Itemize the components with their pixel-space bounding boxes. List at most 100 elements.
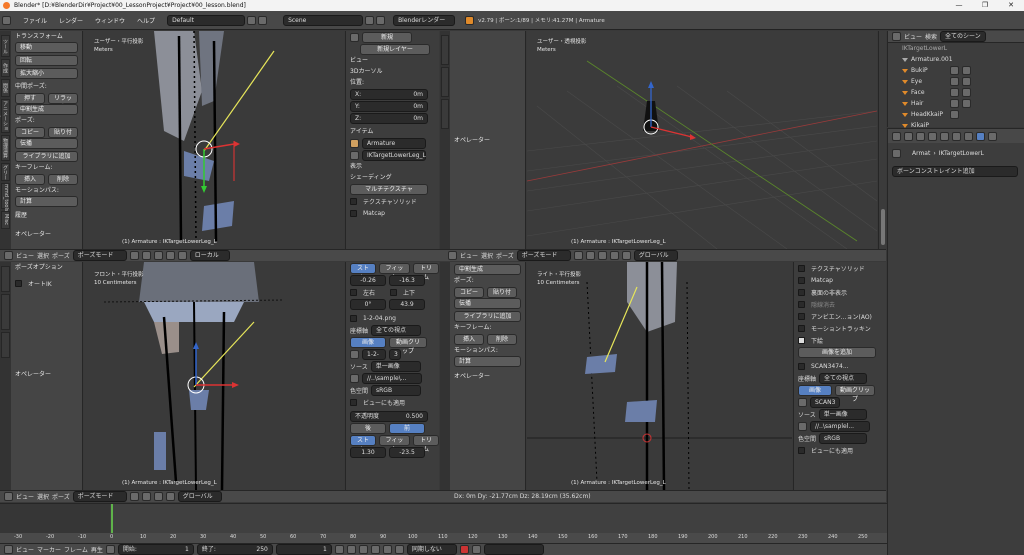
offset-x2-field[interactable]: 1.30 xyxy=(350,446,386,458)
add-image-button[interactable]: 画像を追加 xyxy=(798,346,876,358)
motion-tracking-checkbox[interactable] xyxy=(798,324,805,332)
constraints-tab-icon[interactable] xyxy=(940,131,949,141)
translate-manip-bl-icon[interactable] xyxy=(165,492,175,501)
timeline[interactable]: -30 -20 -10 0 10 20 30 40 50 60 70 80 90… xyxy=(0,503,887,543)
offset-y-field[interactable]: -16.3 xyxy=(389,274,425,286)
scene-tab-icon[interactable] xyxy=(904,131,913,141)
paste-br-button[interactable]: 貼り付け xyxy=(487,286,517,305)
flip-y-checkbox[interactable] xyxy=(390,288,397,296)
fit-tab-2[interactable]: フィット xyxy=(378,434,411,453)
tab-mid-3[interactable] xyxy=(441,99,449,129)
breakdown-button[interactable]: 中割生成 xyxy=(15,104,78,115)
push-button[interactable]: 押す xyxy=(15,92,45,104)
view-header[interactable]: ビュー xyxy=(346,55,439,66)
visibility-5-icon[interactable] xyxy=(950,99,959,108)
shading-tr-icon[interactable] xyxy=(573,251,583,260)
texture-solid-r-checkbox[interactable] xyxy=(798,264,805,272)
rotate-manip-tr-icon[interactable] xyxy=(621,251,631,260)
offset-x-field[interactable]: -0.26 xyxy=(350,274,386,286)
calculate-br-button[interactable]: 計算 xyxy=(454,356,521,367)
bone-constraint-tab-icon[interactable] xyxy=(976,131,985,141)
view-as-render-r-checkbox[interactable] xyxy=(798,446,805,454)
delete-br-button[interactable]: 削除 xyxy=(487,333,517,345)
propagate-br-button[interactable]: 伝播 xyxy=(454,298,521,309)
timeline-frame-menu[interactable]: フレーム xyxy=(64,545,88,554)
outliner-search-menu[interactable]: 検索 xyxy=(925,32,937,41)
image-path-field[interactable]: //..\sample\... xyxy=(362,372,422,384)
outliner-item-2[interactable]: BukiP xyxy=(888,65,1024,76)
prev-keyframe-icon[interactable] xyxy=(346,545,356,554)
auto-ik-checkbox[interactable] xyxy=(15,279,22,287)
tab-create[interactable]: 作成 xyxy=(1,59,10,77)
item-header[interactable]: アイテム xyxy=(346,126,439,137)
shading-header[interactable]: シェーディング xyxy=(346,172,439,183)
folder-r-icon[interactable] xyxy=(798,421,807,431)
offset-y2-field[interactable]: -23.5 xyxy=(389,446,425,458)
tab-grease-bottom[interactable] xyxy=(1,294,10,330)
scale-button[interactable]: 拡大縮小 xyxy=(15,68,78,79)
orientation-select-tl[interactable]: ローカル xyxy=(189,250,230,261)
texture-solid-checkbox[interactable] xyxy=(350,197,357,205)
outliner-item-6[interactable]: HeadKkaiP xyxy=(888,109,1024,120)
display-header[interactable]: 表示 xyxy=(346,161,439,172)
pivot-tr-icon[interactable] xyxy=(585,251,595,260)
size-field[interactable]: 43.9 xyxy=(389,298,425,310)
outliner-item-4[interactable]: Face xyxy=(888,87,1024,98)
image-r-tab[interactable]: 画像 xyxy=(798,384,832,396)
menu-view-tr[interactable]: ビュー xyxy=(460,251,478,260)
remove-layout-icon[interactable] xyxy=(258,15,268,25)
propagate-button[interactable]: 伝播 xyxy=(15,138,78,149)
scan-datablock[interactable]: SCAN3 xyxy=(810,396,840,408)
remove-scene-icon[interactable] xyxy=(376,15,386,25)
rotate-manip-tl-icon[interactable] xyxy=(177,251,187,260)
stretch-tab-2[interactable]: ストレ xyxy=(350,434,376,453)
axis-select[interactable]: 全ての視点 xyxy=(371,324,422,336)
render-5-icon[interactable] xyxy=(962,99,971,108)
add-bone-constraint-select[interactable]: ボーンコンストレイント追加 xyxy=(892,165,1018,177)
menu-select-tl[interactable]: 選択 xyxy=(37,251,49,260)
mode-select-bl[interactable]: ポーズモード xyxy=(72,491,127,502)
relax-button[interactable]: リラック xyxy=(48,92,78,111)
menu-render[interactable]: レンダー xyxy=(53,16,89,25)
shading-mode-select[interactable]: マルチテクスチャ xyxy=(350,183,428,195)
editor-type-tl-icon[interactable] xyxy=(4,251,13,260)
object-tab-icon[interactable] xyxy=(928,131,937,141)
texture-tab-icon[interactable] xyxy=(988,131,997,141)
background-images-checkbox[interactable] xyxy=(798,336,805,344)
mode-select-tl[interactable]: ポーズモード xyxy=(72,250,127,261)
armature-name-field[interactable]: Armature xyxy=(362,137,426,149)
render-engine-selector[interactable]: Blenderレンダー xyxy=(393,14,456,26)
manipulator-tl-icon[interactable] xyxy=(153,251,163,260)
view-as-render-checkbox[interactable] xyxy=(350,398,357,406)
current-frame-field[interactable]: 1 xyxy=(275,544,332,555)
keying-set-field[interactable] xyxy=(483,544,544,555)
operator-br-header[interactable]: オペレーター xyxy=(450,371,525,382)
menu-view-tl[interactable]: ビュー xyxy=(16,251,34,260)
pin-icon[interactable] xyxy=(892,148,901,158)
crop-tab[interactable]: トリム xyxy=(413,262,439,281)
rotate-button[interactable]: 回転 xyxy=(15,55,78,66)
operator-tr-header[interactable]: オペレーター xyxy=(450,135,525,146)
front-button[interactable]: 前 xyxy=(389,422,425,434)
source-select[interactable]: 単一画像 xyxy=(370,360,421,372)
visibility-3-icon[interactable] xyxy=(950,77,959,86)
menu-help[interactable]: ヘルプ xyxy=(131,16,161,25)
motion-tracking-label[interactable]: モーショントラッキン xyxy=(811,324,871,333)
orientation-select-bl[interactable]: グローバル xyxy=(177,491,222,502)
stretch-tab[interactable]: ストレ xyxy=(350,262,376,281)
pivot-tl-icon[interactable] xyxy=(141,251,151,260)
render-tab-icon[interactable] xyxy=(892,131,901,141)
copy-br-button[interactable]: コピー xyxy=(454,286,484,298)
colorspace-select[interactable]: sRGB xyxy=(371,384,422,396)
opacity-field[interactable]: 不透明度 0.500 xyxy=(350,410,428,422)
tab-physics[interactable]: 物理演算 xyxy=(1,135,10,161)
minimize-button[interactable]: — xyxy=(946,0,972,11)
back-button[interactable]: 後 xyxy=(350,422,386,434)
new-layer-button[interactable]: 新規レイヤー xyxy=(360,43,430,55)
menu-file[interactable]: ファイル xyxy=(17,16,53,25)
paste-pose-button[interactable]: 貼り付け xyxy=(48,126,78,145)
menu-pose-bl[interactable]: ポーズ xyxy=(52,492,70,501)
shading-bl-icon[interactable] xyxy=(129,492,139,501)
axis-r-select[interactable]: 全ての視点 xyxy=(819,372,868,384)
end-frame-field[interactable]: 終了: 250 xyxy=(196,544,273,555)
